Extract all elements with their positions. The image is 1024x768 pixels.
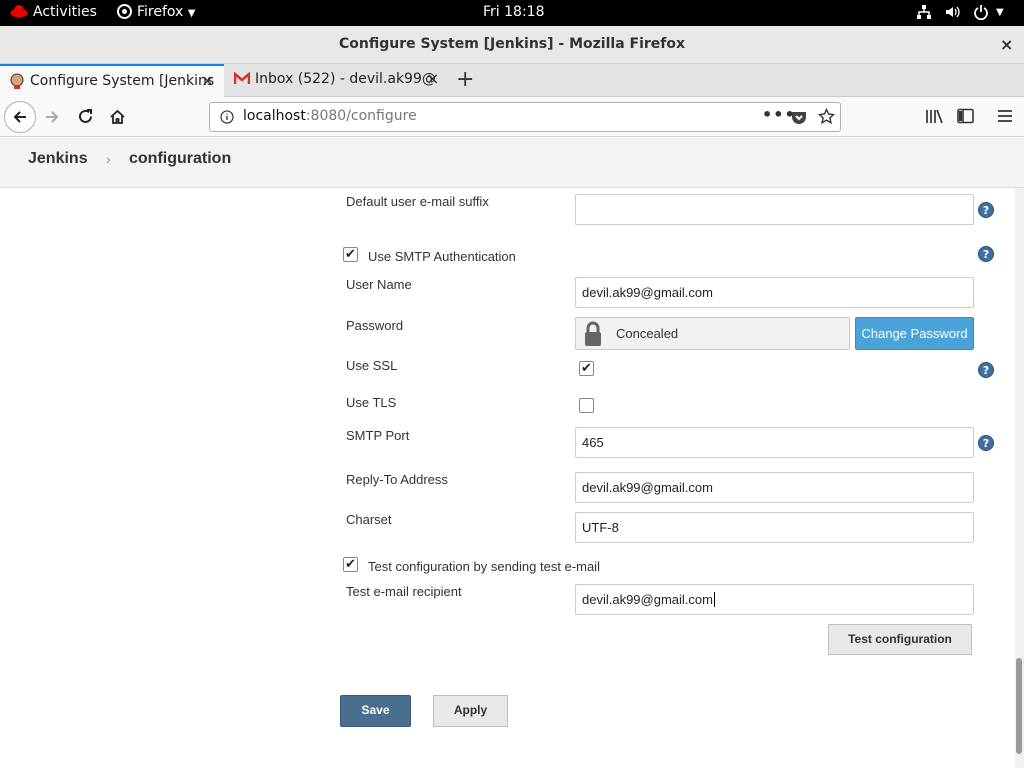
password-label: Password [346,318,404,333]
tab-inbox[interactable]: Inbox (522) - devil.ak99@ × [225,64,447,97]
reply-to-input[interactable]: devil.ak99@gmail.com [575,472,974,503]
sidebar-icon[interactable] [957,108,974,128]
charset-input[interactable]: UTF-8 [575,512,974,543]
url-path: :8080/configure [305,108,417,124]
tab-close-icon[interactable]: × [201,71,214,90]
gnome-top-bar: Activities Firefox ▼ Fri 18:18 ▼ [0,0,1024,26]
text-cursor [713,592,715,607]
reply-to-label: Reply-To Address [346,472,448,487]
bookmark-star-icon[interactable] [817,107,836,129]
charset-label: Charset [346,512,392,527]
system-menu-chevron-icon[interactable]: ▼ [996,7,1004,18]
forward-button[interactable] [44,109,60,129]
info-icon[interactable] [220,110,234,128]
use-ssl-label: Use SSL [346,358,398,373]
arrow-left-icon [13,111,26,123]
app-menu-button[interactable]: Firefox ▼ [137,4,196,20]
help-icon[interactable]: ? [978,246,994,262]
url-text[interactable]: localhost:8080/configure [243,108,417,124]
scrollbar-thumb[interactable] [1016,658,1022,754]
reload-icon [79,109,92,123]
use-tls-label: Use TLS [346,395,397,410]
breadcrumb-separator-icon[interactable]: › [106,151,111,167]
help-icon[interactable]: ? [978,202,994,218]
arrow-right-icon [46,111,59,123]
url-bar[interactable]: localhost:8080/configure ••• [209,102,841,132]
test-recipient-value: devil.ak99@gmail.com [582,592,713,607]
back-button[interactable] [4,101,36,133]
help-icon[interactable]: ? [978,362,994,378]
smtp-port-input[interactable]: 465 [575,427,974,458]
tab-close-icon[interactable]: × [426,69,439,88]
breadcrumb-jenkins-link[interactable]: Jenkins [28,150,88,168]
smtp-port-label: SMTP Port [346,428,410,443]
test-recipient-input[interactable]: devil.ak99@gmail.com [575,584,974,615]
firefox-app-icon [117,4,132,23]
redhat-logo-icon [10,4,28,22]
test-config-checkbox[interactable]: ✔ [343,557,358,572]
clock[interactable]: Fri 18:18 [483,4,544,20]
test-configuration-button[interactable]: Test configuration [828,624,972,655]
app-menu-label: Firefox [137,4,184,20]
window-close-button[interactable]: × [1000,35,1013,54]
save-button[interactable]: Save [340,695,411,727]
password-field[interactable]: Concealed [575,317,850,350]
power-icon[interactable] [973,4,989,24]
test-config-label: Test configuration by sending test e-mai… [368,559,600,574]
hamburger-menu-icon[interactable] [997,109,1013,127]
username-label: User Name [346,277,412,292]
library-icon[interactable] [925,108,943,129]
window-title: Configure System [Jenkins] - Mozilla Fir… [338,36,686,52]
tab-configure-system[interactable]: Configure System [Jenkins × [0,64,224,97]
new-tab-button[interactable]: + [456,67,474,92]
volume-icon[interactable] [944,4,960,24]
tab-bar: Configure System [Jenkins × Inbox (522) … [0,64,1024,97]
home-button[interactable] [109,108,126,129]
change-password-button[interactable]: Change Password [855,317,974,350]
smtp-auth-label: Use SMTP Authentication [368,249,516,264]
pocket-icon[interactable] [791,109,807,129]
help-icon[interactable]: ? [978,435,994,451]
jenkins-favicon-icon [9,73,25,93]
username-input[interactable]: devil.ak99@gmail.com [575,277,974,308]
use-ssl-checkbox[interactable]: ✔ [579,361,594,376]
password-concealed-text: Concealed [616,326,679,341]
reload-button[interactable] [77,108,94,129]
lock-icon [583,321,603,350]
network-icon[interactable] [916,4,932,24]
default-suffix-label: Default user e-mail suffix [346,194,489,209]
url-host: localhost [243,108,306,124]
tab-label: Inbox (522) - devil.ak99@ [255,71,436,87]
use-tls-checkbox[interactable] [579,398,594,413]
default-suffix-input[interactable] [575,194,974,225]
test-recipient-label: Test e-mail recipient [346,584,462,599]
smtp-auth-checkbox[interactable]: ✔ [343,247,358,262]
apply-button[interactable]: Apply [433,695,508,727]
navigation-bar: localhost:8080/configure ••• [0,97,1024,137]
window-title-bar: Configure System [Jenkins] - Mozilla Fir… [0,26,1024,64]
breadcrumb-configuration-link[interactable]: configuration [129,150,231,168]
chevron-down-icon: ▼ [187,8,196,19]
home-icon [110,109,125,124]
tab-label: Configure System [Jenkins [30,73,215,89]
gmail-favicon-icon [233,71,251,89]
activities-button[interactable]: Activities [33,4,97,20]
breadcrumb: Jenkins › configuration [0,138,1024,188]
